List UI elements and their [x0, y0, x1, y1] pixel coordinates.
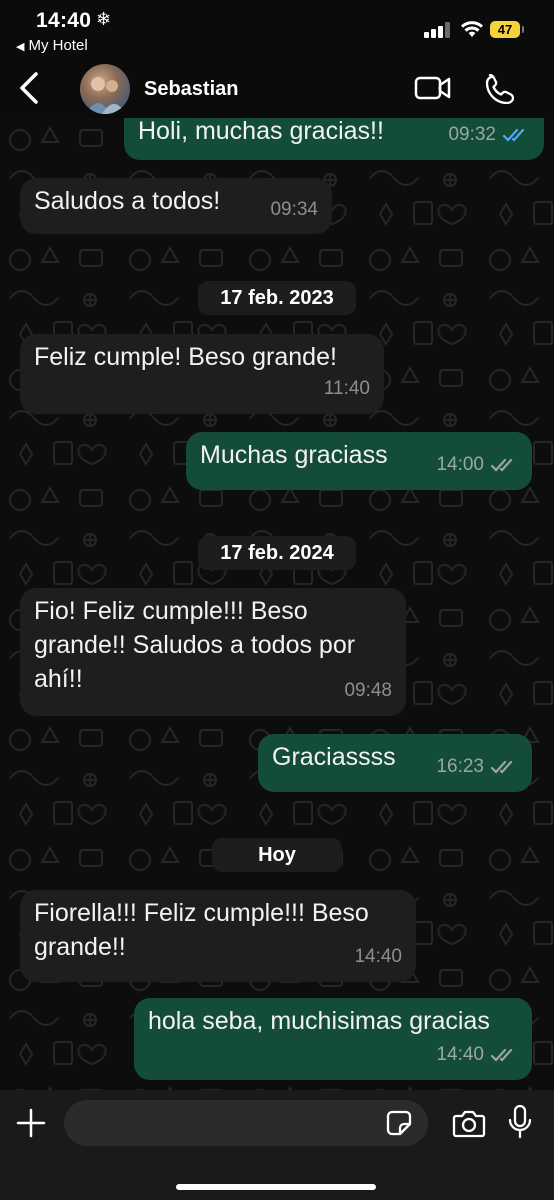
avatar-photo — [86, 77, 126, 114]
battery-tip — [522, 26, 524, 33]
message-text: Feliz cumple! Beso grande! — [34, 343, 337, 371]
message-time: 16:23 — [436, 756, 484, 777]
microphone-icon[interactable] — [508, 1104, 532, 1140]
message-text: Graciassss — [272, 743, 396, 771]
message-meta: 14:00 — [436, 448, 518, 482]
message-meta: 14:40 — [354, 940, 402, 974]
message-text-line: Fio! Feliz cumple!!! Beso — [34, 597, 308, 625]
home-indicator — [176, 1184, 376, 1190]
message-text-line: ahí!! — [34, 665, 83, 693]
back-arrow-icon[interactable] — [16, 68, 46, 108]
message-meta: 09:48 — [344, 674, 392, 708]
plus-icon[interactable] — [16, 1108, 46, 1138]
message-text: Holi, muchas gracias!! — [138, 117, 384, 145]
message-meta: 11:40 — [324, 372, 370, 406]
date-separator: Hoy — [212, 838, 342, 872]
contact-avatar[interactable] — [80, 64, 130, 114]
phone-icon[interactable] — [482, 72, 514, 104]
message-incoming[interactable]: Fiorella!!! Feliz cumple!!! Beso grande!… — [20, 890, 416, 982]
snowflake-icon: ❄ — [96, 9, 112, 30]
message-time: 09:34 — [270, 199, 318, 220]
message-time: 09:48 — [344, 680, 392, 701]
message-text: hola seba, muchisimas gracias — [148, 1007, 490, 1035]
delivered-receipt-icon — [490, 760, 513, 774]
date-separator: 17 feb. 2024 — [198, 536, 356, 570]
header-overlay: Sebastian — [0, 60, 554, 118]
message-text: Saludos a todos! — [34, 187, 221, 215]
message-input[interactable] — [64, 1100, 428, 1146]
message-time: 09:32 — [448, 124, 496, 145]
message-incoming[interactable]: Saludos a todos! 09:34 — [20, 178, 332, 234]
message-meta: 09:32 — [448, 118, 530, 152]
date-separator: 17 feb. 2023 — [198, 281, 356, 315]
status-time: 14:40 — [36, 9, 92, 32]
message-meta: 16:23 — [436, 750, 518, 784]
back-triangle-icon: ◀ — [16, 40, 25, 53]
message-meta: 14:40 — [436, 1038, 518, 1072]
delivered-receipt-icon — [490, 1048, 513, 1062]
message-text-line: Fiorella!!! Feliz cumple!!! Beso — [34, 899, 369, 927]
camera-icon[interactable] — [452, 1110, 486, 1138]
wifi-icon — [461, 21, 483, 37]
message-time: 14:40 — [354, 946, 402, 967]
message-meta: 09:34 — [270, 193, 318, 227]
message-time: 11:40 — [323, 378, 370, 399]
delivered-receipt-icon — [490, 458, 513, 472]
cellular-signal-icon — [424, 22, 450, 38]
message-incoming[interactable]: Fio! Feliz cumple!!! Beso grande!! Salud… — [20, 588, 406, 716]
message-incoming[interactable]: Feliz cumple! Beso grande! 11:40 — [20, 334, 384, 414]
message-outgoing[interactable]: Graciassss 16:23 — [258, 734, 532, 792]
contact-name[interactable]: Sebastian — [144, 78, 238, 101]
read-receipt-icon — [502, 128, 525, 142]
message-outgoing[interactable]: hola seba, muchisimas gracias 14:40 — [134, 998, 532, 1080]
message-text: Muchas graciass — [200, 441, 388, 469]
battery-indicator: 47 — [490, 21, 520, 38]
back-app-label: My Hotel — [28, 37, 88, 54]
back-to-app-link[interactable]: ◀ My Hotel — [16, 37, 88, 54]
message-outgoing[interactable]: Muchas graciass 14:00 — [186, 432, 532, 490]
video-call-icon[interactable] — [414, 74, 452, 102]
message-text-line: grande!! — [34, 933, 126, 961]
message-time: 14:40 — [436, 1044, 484, 1065]
message-text-line: grande!! Saludos a todos por — [34, 631, 356, 659]
status-bar: 14:40 ❄ ◀ My Hotel 47 — [0, 0, 554, 60]
message-time: 14:00 — [436, 454, 484, 475]
sticker-icon[interactable] — [386, 1110, 412, 1136]
